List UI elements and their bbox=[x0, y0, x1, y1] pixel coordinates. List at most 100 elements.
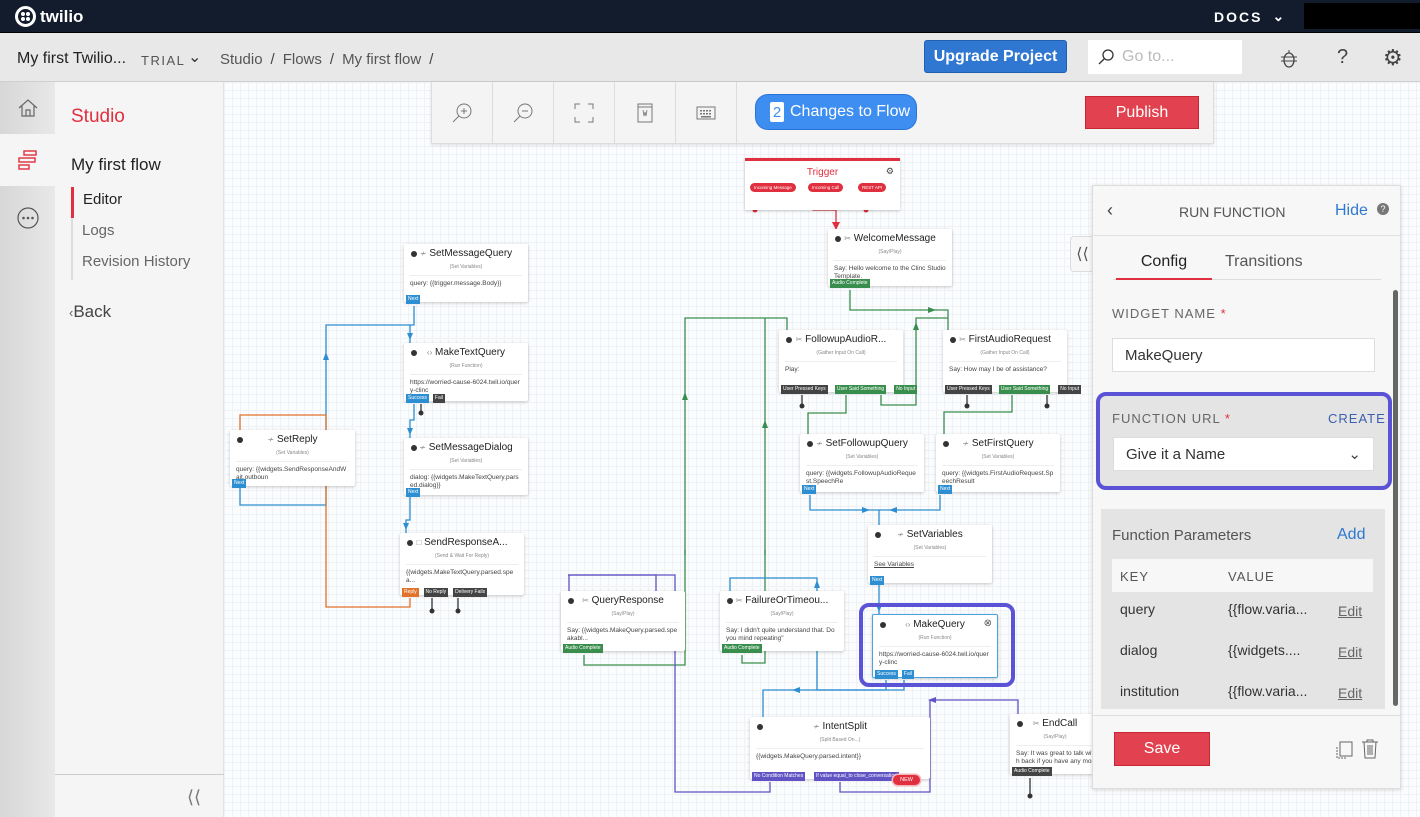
transition-reply[interactable]: Reply bbox=[402, 588, 419, 597]
sidebar-item-revision-history[interactable]: Revision History bbox=[73, 249, 190, 280]
edit-param-link[interactable]: Edit bbox=[1338, 685, 1362, 701]
param-key: query bbox=[1120, 601, 1156, 617]
panel-hide-link[interactable]: Hide bbox=[1335, 202, 1368, 220]
rail-home[interactable] bbox=[0, 82, 55, 134]
transition-no-input[interactable]: No Input bbox=[894, 385, 918, 394]
flow-widget-intentsplit[interactable]: ≁ IntentSplit (Split Based On...) {{widg… bbox=[750, 717, 930, 785]
transition-user-pressed-keys[interactable]: User Pressed Keys bbox=[781, 385, 828, 394]
transition-next[interactable]: Next bbox=[870, 576, 885, 585]
settings-gear-icon[interactable]: ⚙ bbox=[1383, 45, 1403, 71]
transition-user-said-something[interactable]: User Said Something bbox=[998, 385, 1051, 394]
zoom-out-button[interactable] bbox=[493, 82, 554, 143]
zoom-out-icon bbox=[513, 103, 533, 122]
transition-next[interactable]: Next bbox=[802, 485, 817, 494]
project-chevron-down-icon[interactable]: ⌄ bbox=[188, 47, 201, 67]
widget-body: Say: How may I be of assistance? bbox=[949, 361, 1061, 374]
transition-no-input[interactable]: No Input bbox=[1058, 385, 1082, 394]
flow-widget-maketextquery[interactable]: ‹› MakeTextQuery (Run Function) https://… bbox=[404, 343, 528, 403]
widget-type: (Run Function) bbox=[449, 363, 483, 369]
rail-studio[interactable] bbox=[0, 134, 55, 186]
trigger-widget[interactable]: Trigger ⚙ Incoming Message Incoming Call… bbox=[745, 158, 900, 210]
flow-widget-sendresponse[interactable]: □ SendResponseA... (Send & Wait For Repl… bbox=[400, 533, 524, 597]
flow-widget-setmsgdialog[interactable]: ≁ SetMessageDialog (Set Variables) dialo… bbox=[404, 438, 528, 497]
save-button[interactable]: Save bbox=[1114, 732, 1210, 766]
transition-next[interactable]: Next bbox=[406, 488, 421, 497]
transition-no-condition-matches[interactable]: No Condition Matches bbox=[752, 772, 806, 781]
zoom-in-button[interactable] bbox=[432, 82, 493, 143]
flow-widget-queryresponse[interactable]: ✂ QueryResponse (Say/Play) Say: {{widget… bbox=[561, 591, 685, 653]
flow-widget-welcome[interactable]: ✂ WelcomeMessage (Say/Play) Say: Hello w… bbox=[828, 229, 952, 288]
tab-config[interactable]: Config bbox=[1116, 253, 1212, 280]
goto-search[interactable]: Go to... bbox=[1088, 40, 1242, 74]
duplicate-widget-icon[interactable] bbox=[1333, 738, 1355, 760]
new-transition-badge[interactable]: NEW bbox=[893, 775, 920, 785]
help-circle-icon[interactable]: ? bbox=[1377, 203, 1389, 215]
flow-widget-setreply[interactable]: ≁ SetReply (Set Variables) query: {{widg… bbox=[230, 430, 355, 488]
sidebar-flow-name: My first flow bbox=[71, 155, 161, 174]
transition-no-reply[interactable]: No Reply bbox=[423, 588, 449, 597]
collapse-panel-tab[interactable]: ⟨⟨ bbox=[1070, 236, 1094, 272]
edit-param-link[interactable]: Edit bbox=[1338, 644, 1362, 660]
publish-button[interactable]: Publish bbox=[1085, 96, 1199, 129]
widget-type: (Set Variables) bbox=[981, 454, 1015, 460]
flow-widget-setvars[interactable]: ≁ SetVariables (Set Variables) See Varia… bbox=[868, 525, 992, 585]
collapse-sidebar-icon[interactable]: ⟨⟨ bbox=[187, 787, 201, 808]
keyboard-shortcuts-button[interactable] bbox=[676, 82, 737, 143]
debugger-bug-icon[interactable] bbox=[1279, 49, 1299, 69]
panel-header: ‹ RUN FUNCTION Hide ? bbox=[1093, 186, 1400, 236]
create-function-link[interactable]: CREATE bbox=[1328, 411, 1386, 426]
transition-delivery-fails[interactable]: Delivery Fails bbox=[453, 588, 488, 597]
delete-trash-icon[interactable] bbox=[1360, 738, 1380, 760]
flow-widget-setfollowup[interactable]: ≁ SetFollowupQuery (Set Variables) query… bbox=[800, 434, 924, 494]
sidebar-item-editor[interactable]: Editor bbox=[71, 187, 190, 218]
breadcrumb-studio[interactable]: Studio bbox=[220, 51, 263, 68]
transition-next[interactable]: Next bbox=[406, 295, 421, 304]
trigger-incoming-message[interactable]: Incoming Message bbox=[750, 183, 796, 192]
tab-transitions[interactable]: Transitions bbox=[1225, 253, 1303, 271]
project-name[interactable]: My first Twilio... bbox=[17, 50, 126, 68]
panel-scrollbar[interactable] bbox=[1393, 290, 1398, 706]
sidebar-item-logs[interactable]: Logs bbox=[73, 218, 190, 249]
trigger-settings-icon[interactable]: ⚙ bbox=[886, 166, 894, 177]
trigger-rest-api[interactable]: REST API bbox=[858, 183, 887, 192]
transition-if-value-equal-to-close-conversation[interactable]: If value equal_to close_conversation bbox=[814, 772, 899, 781]
panel-title: RUN FUNCTION bbox=[1179, 204, 1286, 220]
add-parameter-link[interactable]: Add bbox=[1337, 526, 1365, 544]
transition-next[interactable]: Next bbox=[938, 485, 953, 494]
widget-body: Say: I didn't quite understand that. Do … bbox=[726, 622, 838, 643]
fit-to-screen-button[interactable] bbox=[554, 82, 615, 143]
docs-book-button[interactable] bbox=[615, 82, 676, 143]
breadcrumb-my-first-flow[interactable]: My first flow bbox=[342, 51, 421, 68]
chevron-down-icon: ⌄ bbox=[1348, 446, 1361, 463]
transition-fail[interactable]: Fail bbox=[432, 394, 445, 403]
account-menu[interactable] bbox=[1304, 3, 1420, 29]
upgrade-project-button[interactable]: Upgrade Project bbox=[924, 40, 1067, 73]
docs-menu[interactable]: DOCS ⌄ bbox=[1214, 8, 1286, 25]
flow-widget-setmsgquery[interactable]: ≁ SetMessageQuery (Set Variables) query:… bbox=[404, 244, 528, 304]
edit-param-link[interactable]: Edit bbox=[1338, 603, 1362, 619]
help-icon[interactable]: ? bbox=[1337, 46, 1348, 69]
flow-widget-firstaudio[interactable]: ✂ FirstAudioRequest (Gather Input On Cal… bbox=[943, 330, 1082, 394]
breadcrumb-flows[interactable]: Flows bbox=[283, 51, 322, 68]
function-url-select[interactable]: Give it a Name ⌄ bbox=[1113, 437, 1374, 471]
transition-audio-complete[interactable]: Audio Complete bbox=[1012, 767, 1052, 776]
widget-name-input[interactable]: MakeQuery bbox=[1112, 338, 1375, 372]
rail-more[interactable] bbox=[0, 192, 55, 244]
flow-widget-followup[interactable]: ✂ FollowupAudioR... (Gather Input On Cal… bbox=[779, 330, 918, 394]
transition-next[interactable]: Next bbox=[232, 479, 247, 488]
panel-back-chevron-icon[interactable]: ‹ bbox=[1107, 200, 1113, 221]
transition-success[interactable]: Success bbox=[406, 394, 429, 403]
transition-audio-complete[interactable]: Audio Complete bbox=[563, 644, 603, 653]
transition-user-said-something[interactable]: User Said Something bbox=[834, 385, 887, 394]
sidebar-back-link[interactable]: ‹Back bbox=[69, 302, 111, 322]
flow-widget-endcall[interactable]: ✂ EndCall (Say/Play) Say: It was great t… bbox=[1010, 714, 1100, 776]
changes-to-flow-button[interactable]: 2 Changes to Flow bbox=[755, 94, 917, 130]
widget-config-panel: ‹ RUN FUNCTION Hide ? Config Transitions… bbox=[1092, 185, 1401, 789]
transition-audio-complete[interactable]: Audio Complete bbox=[830, 279, 870, 288]
twilio-logo[interactable]: twilio bbox=[15, 6, 83, 27]
trigger-incoming-call[interactable]: Incoming Call bbox=[808, 183, 844, 192]
transition-audio-complete[interactable]: Audio Complete bbox=[722, 644, 762, 653]
flow-widget-setfirst[interactable]: ≁ SetFirstQuery (Set Variables) query: {… bbox=[936, 434, 1060, 494]
flow-widget-failure[interactable]: ✂ FailureOrTimeou... (Say/Play) Say: I d… bbox=[720, 591, 844, 653]
transition-user-pressed-keys[interactable]: User Pressed Keys bbox=[945, 385, 992, 394]
